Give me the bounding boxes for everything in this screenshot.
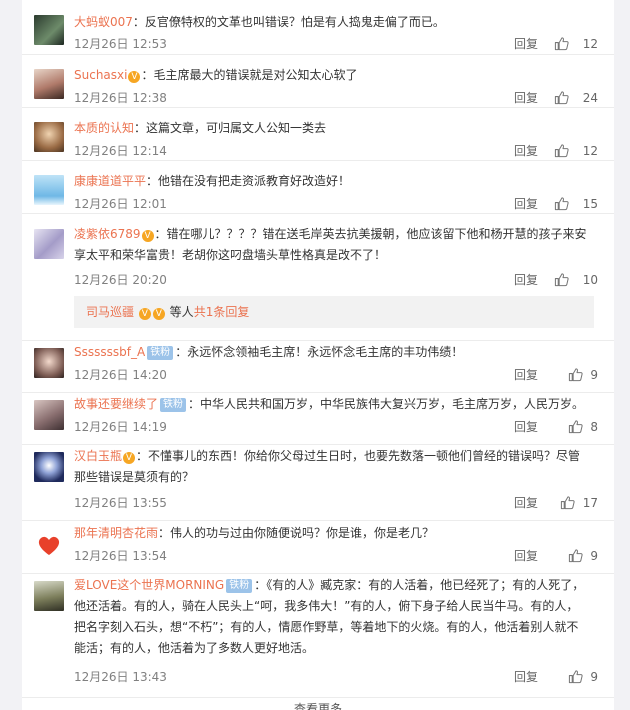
like-count: 9 [590, 670, 598, 684]
vip-icon: V [152, 308, 165, 320]
username[interactable]: 凌紫依6789 [74, 227, 141, 241]
timestamp: 12月26日 14:19 [74, 420, 167, 434]
reply-button[interactable]: 回复 [514, 548, 538, 564]
vip-icon: V [141, 230, 154, 242]
avatar[interactable] [34, 530, 64, 560]
thumb-up-icon [568, 420, 583, 434]
username[interactable]: 爱LOVE这个世界MORNING [74, 578, 224, 592]
comment-item: 大蚂蚁007：反官僚特权的文革也叫错误？怕是有人捣鬼走偏了而已。 12月26日 … [22, 0, 614, 55]
thumb-up-icon [554, 91, 569, 105]
like-count: 12 [582, 37, 598, 51]
timestamp: 12月26日 12:01 [74, 197, 167, 211]
like-count: 15 [582, 197, 598, 211]
timestamp: 12月26日 12:14 [74, 144, 167, 158]
comment-item: 本质的认知：这篇文章，可归属文人公知一类去 12月26日 12:14 回复 12 [22, 107, 614, 161]
comment-item: 爱LOVE这个世界MORNING 铁粉 ：《有的人》臧克家：有的人活着，他已经死了；… [22, 573, 614, 698]
username[interactable]: 那年清明杏花雨 [74, 526, 158, 540]
verified-icon: V [138, 308, 151, 320]
sub-reply-text: 等人 [169, 305, 194, 319]
avatar[interactable] [34, 69, 64, 99]
thumb-up-icon [568, 368, 583, 382]
comment-text: ：毛主席最大的错误就是对公知太心软了 [141, 68, 358, 82]
timestamp: 12月26日 13:43 [74, 670, 167, 684]
thumb-up-icon [554, 273, 569, 287]
thumb-up-icon [554, 197, 569, 211]
thumb-up-icon [554, 37, 569, 51]
heart-logo-icon [38, 536, 60, 555]
avatar[interactable] [34, 452, 64, 482]
avatar[interactable] [34, 581, 64, 611]
username[interactable]: Sssssssbf_A [74, 345, 145, 359]
sub-reply-link[interactable]: 共1条回复 [194, 305, 250, 319]
username[interactable]: 康康道道平平 [74, 174, 146, 188]
thumb-up-icon [560, 496, 575, 510]
reply-button[interactable]: 回复 [514, 419, 538, 435]
reply-button[interactable]: 回复 [514, 90, 538, 106]
username[interactable]: 汉白玉瓶 [74, 449, 122, 463]
reply-button[interactable]: 回复 [514, 272, 538, 288]
fan-badge: 铁粉 [160, 398, 187, 412]
thumb-up-icon [554, 144, 569, 158]
comment-item: 汉白玉瓶 V ：不懂事儿的东西！你给你父母过生日时，也要先数落一顿他们曾经的错误吗？… [22, 444, 614, 521]
comment-text: ：永远怀念领袖毛主席！永远怀念毛主席的丰功伟绩！ [175, 345, 464, 359]
reply-button[interactable]: 回复 [514, 669, 538, 685]
reply-button[interactable]: 回复 [514, 367, 538, 383]
fan-badge: 铁粉 [147, 346, 174, 360]
comment-item: 康康道道平平：他错在没有把走资派教育好改造好！ 12月26日 12:01 回复 … [22, 160, 614, 214]
comment-text: ：伟人的功与过由你随便说吗？你是谁，你是老几？ [158, 526, 435, 540]
thumb-up-icon [568, 670, 583, 684]
like-count: 12 [582, 144, 598, 158]
comment-item: Sssssssbf_A 铁粉 ：永远怀念领袖毛主席！永远怀念毛主席的丰功伟绩！ 12… [22, 340, 614, 393]
username[interactable]: 本质的认知 [74, 121, 134, 135]
comment-list: 大蚂蚁007：反官僚特权的文革也叫错误？怕是有人捣鬼走偏了而已。 12月26日 … [22, 0, 614, 710]
timestamp: 12月26日 12:38 [74, 91, 167, 105]
like-count: 10 [582, 273, 598, 287]
load-more-button[interactable]: 查看更多 [22, 700, 614, 710]
reply-button[interactable]: 回复 [514, 196, 538, 212]
comment-text: ：不懂事儿的东西！你给你父母过生日时，也要先数落一顿他们曾经的错误吗？尽管那些错… [74, 449, 581, 484]
comment-text: ：这篇文章，可归属文人公知一类去 [134, 121, 327, 135]
like-count: 8 [590, 420, 598, 434]
username[interactable]: 故事还要继续了 [74, 397, 158, 411]
timestamp: 12月26日 14:20 [74, 368, 167, 382]
like-count: 24 [582, 91, 598, 105]
avatar[interactable] [34, 348, 64, 378]
reply-button[interactable]: 回复 [514, 143, 538, 159]
avatar[interactable] [34, 15, 64, 45]
comment-item: 那年清明杏花雨：伟人的功与过由你随便说吗？你是谁，你是老几？ 12月26日 13… [22, 520, 614, 574]
like-count: 9 [590, 549, 598, 563]
comment-text: ：反官僚特权的文革也叫错误？怕是有人捣鬼走偏了而已。 [132, 15, 445, 29]
like-count: 17 [582, 496, 598, 510]
avatar[interactable] [34, 400, 64, 430]
avatar[interactable] [34, 229, 64, 259]
avatar[interactable] [34, 175, 64, 205]
comment-item: 故事还要继续了 铁粉 ：中华人民共和国万岁，中华民族伟大复兴万岁，毛主席万岁，人民万… [22, 392, 614, 445]
username[interactable]: Suchasxi [74, 68, 127, 82]
timestamp: 12月26日 20:20 [74, 273, 167, 287]
sub-reply-user[interactable]: 司马巡疆 [86, 305, 134, 319]
timestamp: 12月26日 12:53 [74, 37, 167, 51]
reply-button[interactable]: 回复 [514, 36, 538, 52]
comment-item: Suchasxi V ：毛主席最大的错误就是对公知太心软了 12月26日 12:38… [22, 54, 614, 108]
timestamp: 12月26日 13:55 [74, 496, 167, 510]
vip-icon: V [123, 452, 136, 464]
like-count: 9 [590, 368, 598, 382]
comment-text: ：中华人民共和国万岁，中华民族伟大复兴万岁，毛主席万岁，人民万岁。 [188, 397, 585, 411]
timestamp: 12月26日 13:54 [74, 549, 167, 563]
comment-text: ：他错在没有把走资派教育好改造好！ [146, 174, 351, 188]
thumb-up-icon [568, 549, 583, 563]
avatar[interactable] [34, 122, 64, 152]
sub-reply-box[interactable]: 司马巡疆 VV 等人共1条回复 [74, 296, 594, 328]
fan-badge: 铁粉 [226, 579, 253, 593]
vip-icon: V [128, 71, 141, 83]
reply-button[interactable]: 回复 [514, 495, 538, 511]
username[interactable]: 大蚂蚁007 [74, 15, 133, 29]
